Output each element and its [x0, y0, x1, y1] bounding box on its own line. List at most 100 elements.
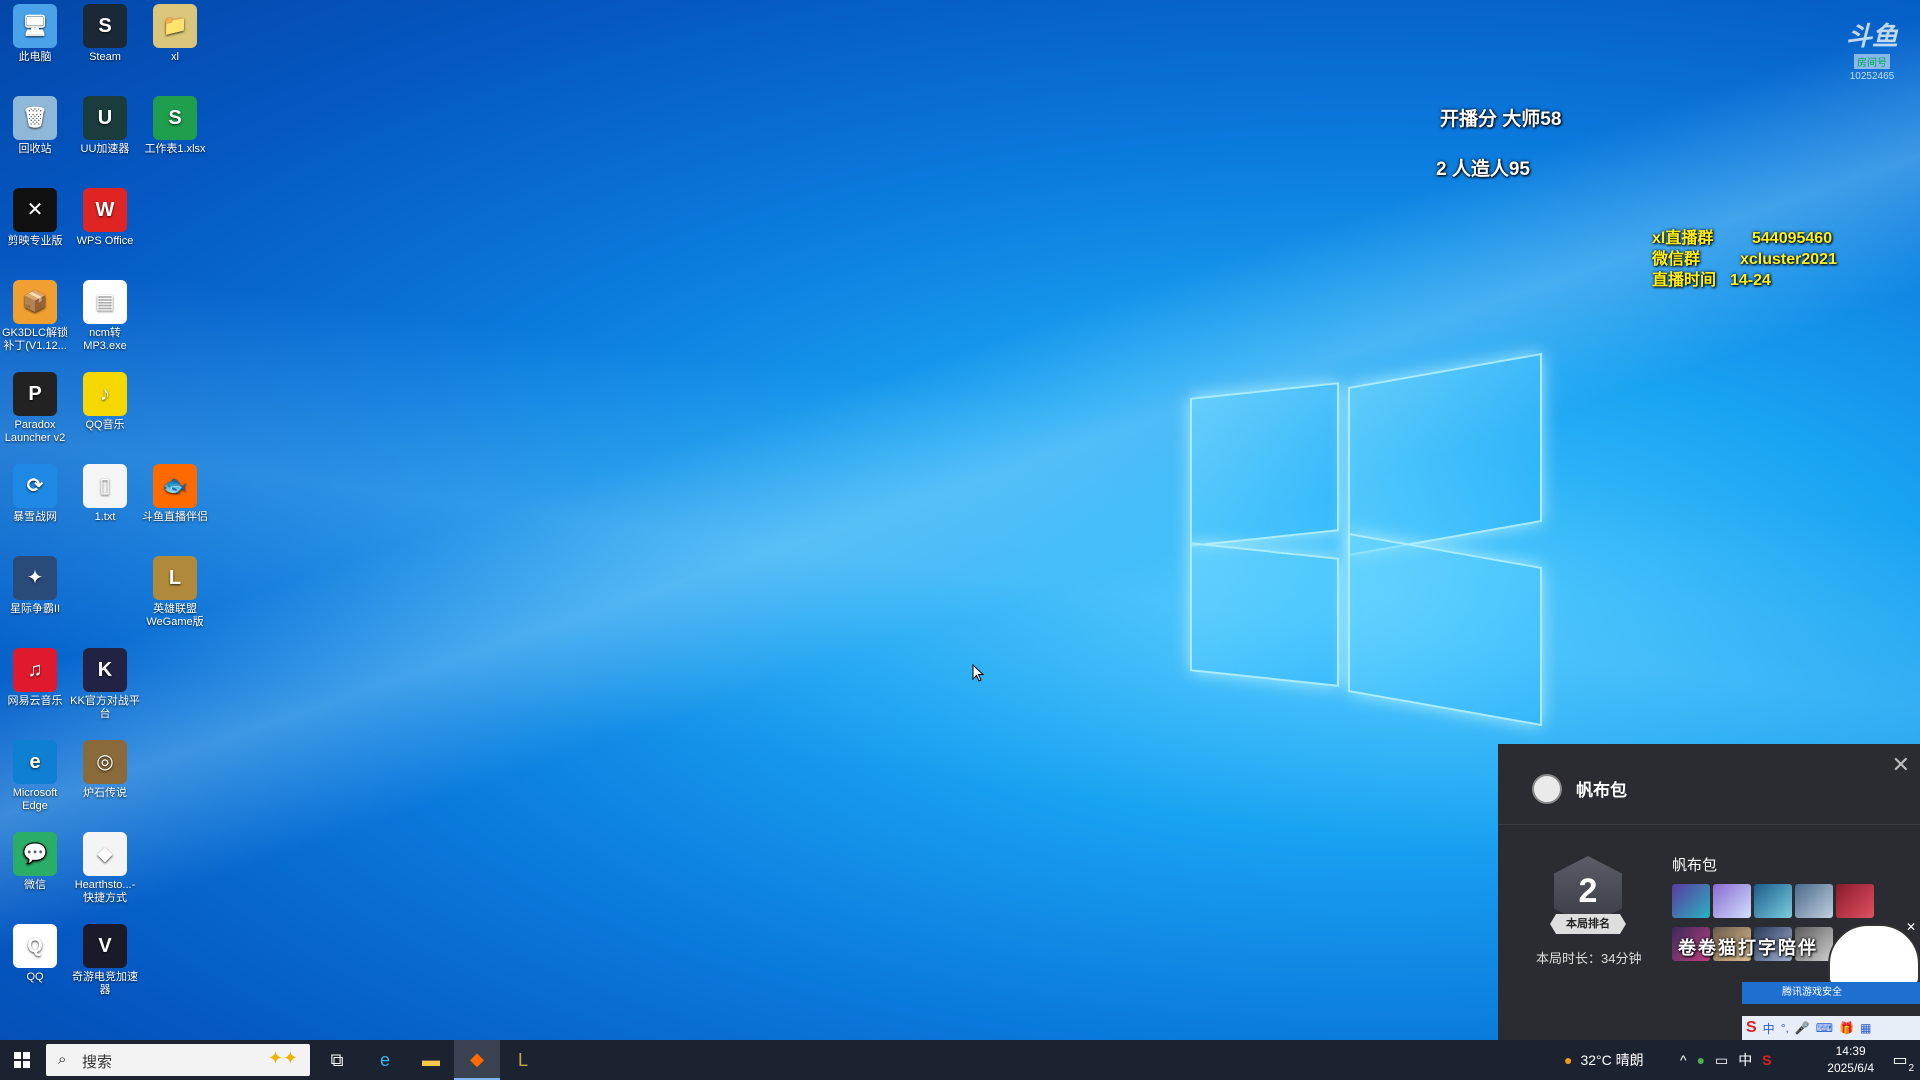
clock[interactable]: 14:39 2025/6/4 [1827, 1043, 1874, 1077]
search-placeholder: 搜索 [82, 1054, 113, 1071]
close-icon[interactable]: ✕ [1906, 920, 1916, 934]
tray-app-icon[interactable]: ● [1697, 1052, 1705, 1068]
desktop-icon-label: 英雄联盟WeGame版 [146, 603, 204, 628]
desktop-icon-label: Steam [89, 51, 121, 63]
desktop-icon-label: 网易云音乐 [7, 695, 63, 707]
league-icon: L [517, 1049, 528, 1070]
search-icon: ⌕ [58, 1051, 67, 1068]
sogou-tray-icon[interactable]: S [1762, 1052, 1771, 1068]
desktop-icon[interactable]: S Steam [70, 4, 140, 64]
taskbar-douyu[interactable]: ◆ [454, 1040, 500, 1080]
security-notification[interactable]: 腾讯游戏安全 [1742, 982, 1920, 1004]
ime-toolbar[interactable]: S 中 °, 🎤 ⌨ 🎁 ▦ [1742, 1016, 1920, 1040]
desktop-icon[interactable]: ◆ Hearthsto...- 快捷方式 [70, 832, 140, 905]
app-icon: ◆ [83, 832, 127, 876]
desktop-icon[interactable]: 💬 微信 [0, 832, 70, 892]
app-icon: ✦ [13, 556, 57, 600]
grid-icon[interactable]: ▦ [1860, 1021, 1871, 1035]
stream-info-block: xl直播群 544095460 微信群 xcluster2021 直播时间 14-24 [1652, 228, 1837, 291]
app-icon: W [83, 188, 127, 232]
desktop-icon[interactable]: 📁 xl [140, 4, 210, 64]
desktop-icon[interactable]: ◎ 炉石传说 [70, 740, 140, 800]
app-icon: U [83, 96, 127, 140]
app-icon: ▯ [83, 464, 127, 508]
desktop-icon-label: GK3DLC解锁补丁(V1.12... [1, 327, 69, 352]
system-tray: ^ ● ▭ 中 S [1680, 1040, 1772, 1080]
input-method-indicator[interactable]: 中 [1738, 1050, 1752, 1070]
desktop-icon[interactable]: K KK官方对战平台 [70, 648, 140, 721]
desktop-icon[interactable]: e Microsoft Edge [0, 740, 70, 813]
sogou-icon[interactable]: S [1746, 1019, 1757, 1037]
app-icon: S [153, 96, 197, 140]
desktop-icon[interactable]: U UU加速器 [70, 96, 140, 156]
desktop-icon-label: xl [171, 51, 179, 63]
notification-center-button[interactable]: ▭ 2 [1888, 1048, 1914, 1074]
desktop-icon-label: QQ [26, 971, 44, 983]
app-icon: 🐟 [153, 464, 197, 508]
start-button[interactable] [0, 1040, 44, 1080]
rank-badge: 2 本局排名 [1550, 856, 1626, 942]
desktop-icon[interactable]: 🗑 回收站 [0, 96, 70, 156]
punctuation-icon[interactable]: °, [1781, 1021, 1789, 1035]
stream-info-row: xl直播群 544095460 [1652, 230, 1833, 247]
edge-icon: e [379, 1049, 390, 1070]
windows-logo [1190, 352, 1550, 727]
desktop-icon-label: 此电脑 [18, 51, 52, 63]
desktop-icon[interactable]: 🐟 斗鱼直播伴侣 [140, 464, 210, 524]
rank-label: 本局排名 [1550, 914, 1626, 934]
keyboard-icon[interactable]: ⌨ [1816, 1021, 1833, 1035]
taskbar-edge[interactable]: e [362, 1040, 408, 1080]
stream-info-row: 直播时间 14-24 [1652, 272, 1771, 289]
desktop-icon-label: Hearthsto...- 快捷方式 [74, 879, 136, 904]
desktop-icon[interactable]: ▤ ncm转MP3.exe [70, 280, 140, 353]
desktop-icon-label: 微信 [24, 879, 46, 891]
desktop-icon[interactable]: 📦 GK3DLC解锁补丁(V1.12... [0, 280, 70, 353]
desktop-icon[interactable]: ✦ 星际争霸II [0, 556, 70, 616]
notification-icon: ▭ [1892, 1052, 1908, 1069]
desktop-icon[interactable]: W WPS Office [70, 188, 140, 248]
scrolling-caption: 卷卷猫打字陪伴 [1678, 938, 1818, 958]
windows-icon [14, 1052, 30, 1068]
desktop-icon[interactable]: L 英雄联盟WeGame版 [140, 556, 210, 629]
desktop-icon[interactable]: ♫ 网易云音乐 [0, 648, 70, 708]
network-icon[interactable]: ▭ [1715, 1052, 1728, 1069]
desktop-icon-label: 工作表1.xlsx [144, 143, 206, 155]
desktop-icon[interactable]: 🖥 此电脑 [0, 4, 70, 64]
weather-widget[interactable]: ● 32°C 晴朗 [1564, 1040, 1644, 1080]
desktop-icon[interactable]: Q QQ [0, 924, 70, 984]
desktop-icon[interactable]: ⟳ 暴雪战网 [0, 464, 70, 524]
taskbar-file-explorer[interactable]: ▬ [408, 1040, 454, 1080]
app-icon: ✕ [13, 188, 57, 232]
sparkle-icon: ✦✦ [267, 1048, 298, 1068]
folder-icon: ▬ [422, 1049, 440, 1070]
app-icon: 💬 [13, 832, 57, 876]
desktop-icon-label: 斗鱼直播伴侣 [142, 511, 208, 523]
app-icon: ▤ [83, 280, 127, 324]
app-icon: L [153, 556, 197, 600]
desktop-icon[interactable]: S 工作表1.xlsx [140, 96, 210, 156]
avatar [1532, 774, 1562, 804]
task-view-button[interactable]: ⧉ [314, 1040, 360, 1080]
gift-icon[interactable]: 🎁 [1839, 1021, 1854, 1035]
desktop-icon[interactable]: ♪ QQ音乐 [70, 372, 140, 432]
chevron-up-icon[interactable]: ^ [1680, 1052, 1687, 1068]
ime-mode[interactable]: 中 [1763, 1020, 1775, 1037]
app-icon: ⟳ [13, 464, 57, 508]
sun-icon: ● [1564, 1052, 1573, 1068]
close-icon[interactable]: ✕ [1892, 752, 1910, 778]
stream-score-text: 开播分 大师58 [1440, 109, 1562, 130]
mouse-cursor-icon [972, 664, 985, 682]
champion-portrait [1795, 884, 1833, 918]
taskbar-league[interactable]: L [500, 1040, 546, 1080]
app-icon: V [83, 924, 127, 968]
desktop-icon[interactable]: V 奇游电竞加速器 [70, 924, 140, 997]
desktop-icon[interactable]: ▯ 1.txt [70, 464, 140, 524]
desktop-icon[interactable]: P Paradox Launcher v2 [0, 372, 70, 445]
app-icon: ♫ [13, 648, 57, 692]
desktop-icon-label: Microsoft Edge [12, 787, 58, 812]
desktop-icon-label: 1.txt [94, 511, 116, 523]
taskbar-search[interactable]: ⌕ 搜索 ✦✦ [46, 1044, 310, 1076]
desktop-icon[interactable]: ✕ 剪映专业版 [0, 188, 70, 248]
app-icon: e [13, 740, 57, 784]
mic-icon[interactable]: 🎤 [1795, 1021, 1810, 1035]
